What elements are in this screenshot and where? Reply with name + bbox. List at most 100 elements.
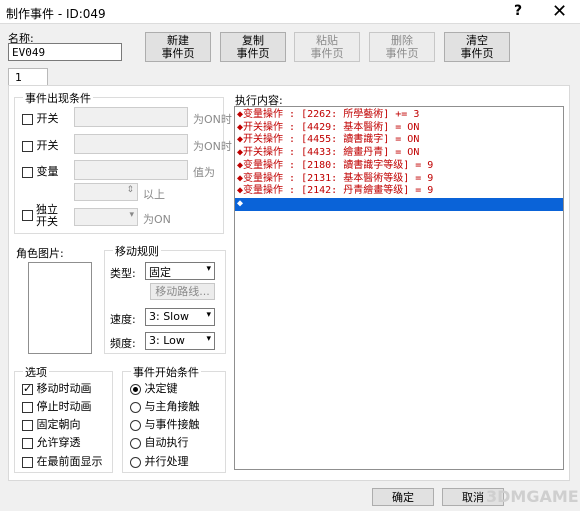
list-item[interactable]: ◆开关操作 : [4455: 讀書識字] = ON xyxy=(235,134,563,147)
option-direction-fix[interactable]: 固定朝向 xyxy=(22,416,81,432)
variable-checkbox[interactable]: 变量 xyxy=(22,163,59,179)
tab-page-1-label: 1 xyxy=(15,71,22,84)
list-item[interactable]: ◆开关操作 : [4429: 基本醫術] = ON xyxy=(235,122,563,135)
always-on-top-label: 在最前面显示 xyxy=(36,455,103,468)
switch2-select[interactable] xyxy=(74,134,188,154)
name-input[interactable]: EV049 xyxy=(8,43,122,61)
direction-fix-label: 固定朝向 xyxy=(36,418,81,431)
help-icon[interactable]: ? xyxy=(514,3,522,19)
event-touch-radio[interactable] xyxy=(130,419,141,431)
delete-page-label-1: 删除 xyxy=(391,34,413,47)
switch2-label: 开关 xyxy=(36,139,59,152)
copy-page-button[interactable]: 复制 事件页 xyxy=(220,32,286,62)
list-item[interactable]: ◆变量操作 : [2142: 丹青繪畫等级] = 9 xyxy=(235,185,563,198)
direction-fix-checkbox[interactable] xyxy=(22,419,33,431)
trigger-title: 事件开始条件 xyxy=(131,364,201,380)
variable-value-input[interactable]: ⇕ xyxy=(74,183,138,201)
list-item-selected[interactable]: ◆ xyxy=(235,197,563,211)
autorun-label: 自动执行 xyxy=(144,436,189,449)
step-anim-label: 停止时动画 xyxy=(36,400,92,413)
frequency-select[interactable]: 3: Low ▾ xyxy=(145,332,215,350)
self-switch-label-2: 开关 xyxy=(36,215,58,228)
conditions-title: 事件出现条件 xyxy=(23,90,93,106)
event-touch-label: 与事件接触 xyxy=(144,418,200,431)
always-on-top-checkbox[interactable] xyxy=(22,456,33,468)
frequency-value: 3: Low xyxy=(149,334,185,347)
parallel-radio[interactable] xyxy=(130,456,141,468)
chevron-down-icon: ▾ xyxy=(206,310,211,320)
trigger-autorun[interactable]: 自动执行 xyxy=(130,434,189,450)
close-icon[interactable]: ✕ xyxy=(552,1,567,22)
clear-page-label-1: 清空 xyxy=(466,34,488,47)
ok-button[interactable]: 确定 xyxy=(372,488,434,506)
delete-page-button[interactable]: 删除 事件页 xyxy=(369,32,435,62)
list-item[interactable]: ◆变量操作 : [2131: 基本醫術等级] = 9 xyxy=(235,173,563,186)
parallel-label: 并行处理 xyxy=(144,455,189,468)
switch1-suffix: 为ON时 xyxy=(193,113,232,126)
through-label: 允许穿透 xyxy=(36,436,81,449)
spinner-icon[interactable]: ⇕ xyxy=(126,185,134,195)
list-item[interactable]: ◆变量操作 : [2262: 所學藝術] += 3 xyxy=(235,109,563,122)
type-select[interactable]: 固定 ▾ xyxy=(145,262,215,280)
through-checkbox[interactable] xyxy=(22,437,33,449)
switch1-select[interactable] xyxy=(74,107,188,127)
walk-anim-label: 移动时动画 xyxy=(36,382,92,395)
self-switch-label: 独立 开关 xyxy=(36,204,58,228)
paste-page-button[interactable]: 粘贴 事件页 xyxy=(294,32,360,62)
trigger-parallel[interactable]: 并行处理 xyxy=(130,453,189,469)
option-step-anim[interactable]: 停止时动画 xyxy=(22,398,92,414)
speed-label: 速度: xyxy=(110,313,136,326)
trigger-action-button[interactable]: 决定键 xyxy=(130,380,178,396)
chevron-down-icon: ▾ xyxy=(206,334,211,344)
switch1-checkbox-box[interactable] xyxy=(22,113,33,125)
new-page-button[interactable]: 新建 事件页 xyxy=(145,32,211,62)
clear-page-label-2: 事件页 xyxy=(460,47,494,60)
walk-anim-checkbox[interactable] xyxy=(22,382,33,395)
variable-select[interactable] xyxy=(74,160,188,180)
variable-checkbox-box[interactable] xyxy=(22,166,33,178)
step-anim-checkbox[interactable] xyxy=(22,401,33,413)
speed-select[interactable]: 3: Slow ▾ xyxy=(145,308,215,326)
switch1-checkbox[interactable]: 开关 xyxy=(22,110,59,126)
graphic-box[interactable] xyxy=(28,262,92,354)
option-walk-anim[interactable]: 移动时动画 xyxy=(22,380,92,396)
watermark-logo: 3DMGAME xyxy=(486,487,579,506)
contents-list[interactable]: ◆变量操作 : [2262: 所學藝術] += 3 ◆开关操作 : [4429:… xyxy=(234,106,564,470)
list-item[interactable]: ◆变量操作 : [2180: 讀書識字等级] = 9 xyxy=(235,160,563,173)
switch2-suffix: 为ON时 xyxy=(193,140,232,153)
trigger-player-touch[interactable]: 与主角接触 xyxy=(130,398,200,414)
trigger-event-touch[interactable]: 与事件接触 xyxy=(130,416,200,432)
option-through[interactable]: 允许穿透 xyxy=(22,434,81,450)
player-touch-radio[interactable] xyxy=(130,401,141,413)
self-switch-checkbox-box[interactable] xyxy=(22,209,33,221)
autorun-radio[interactable] xyxy=(130,437,141,449)
self-switch-checkbox[interactable] xyxy=(22,208,33,221)
switch1-label: 开关 xyxy=(36,112,59,125)
speed-value: 3: Slow xyxy=(149,310,189,323)
self-switch-suffix: 为ON xyxy=(143,213,171,226)
type-value: 固定 xyxy=(149,266,171,279)
option-always-on-top[interactable]: 在最前面显示 xyxy=(22,453,103,469)
copy-page-label-1: 复制 xyxy=(242,34,264,47)
variable-label: 变量 xyxy=(36,165,59,178)
type-label: 类型: xyxy=(110,267,136,280)
variable-above-label: 以上 xyxy=(143,188,165,201)
delete-page-label-2: 事件页 xyxy=(385,47,419,60)
switch2-checkbox[interactable]: 开关 xyxy=(22,137,59,153)
paste-page-label-2: 事件页 xyxy=(310,47,344,60)
graphic-label: 角色图片: xyxy=(16,247,64,260)
options-title: 选项 xyxy=(23,364,49,380)
clear-page-button[interactable]: 清空 事件页 xyxy=(444,32,510,62)
player-touch-label: 与主角接触 xyxy=(144,400,200,413)
new-page-label-1: 新建 xyxy=(167,34,189,47)
self-switch-select[interactable]: ▾ xyxy=(74,208,138,226)
action-button-radio[interactable] xyxy=(130,383,141,395)
list-item[interactable]: ◆开关操作 : [4433: 繪畫丹青] = ON xyxy=(235,147,563,160)
tab-page-1[interactable]: 1 xyxy=(8,68,48,86)
title-bar: 制作事件 - ID:049 ? ✕ xyxy=(0,0,580,24)
variable-suffix: 值为 xyxy=(193,166,215,179)
window-title: 制作事件 - ID:049 xyxy=(6,7,106,21)
frequency-label: 频度: xyxy=(110,337,136,350)
switch2-checkbox-box[interactable] xyxy=(22,140,33,152)
move-route-button[interactable]: 移动路线... xyxy=(150,283,215,300)
